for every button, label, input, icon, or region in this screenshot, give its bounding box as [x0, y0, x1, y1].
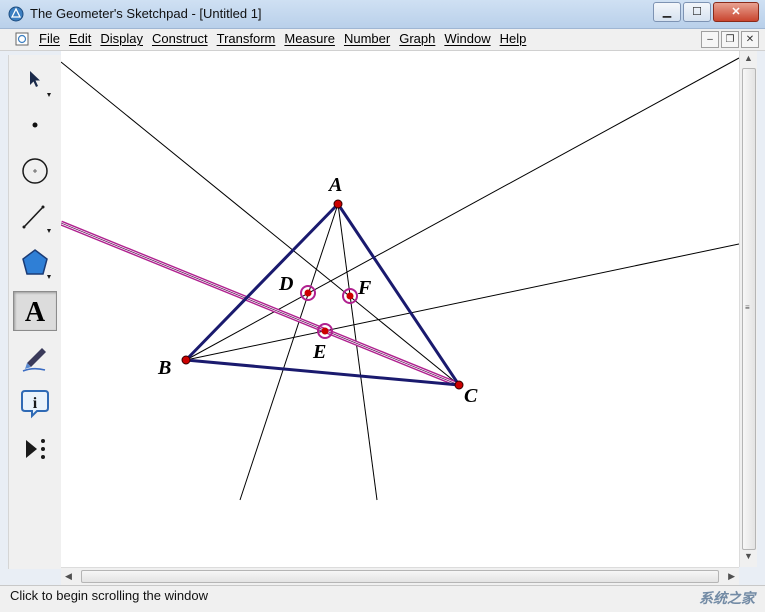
doc-close-button[interactable]: ✕ — [741, 31, 759, 48]
angle-bisector-line-b1[interactable] — [185, 57, 740, 361]
scroll-right-arrow-icon[interactable]: ▶ — [728, 571, 735, 582]
menu-display[interactable]: Display — [97, 31, 149, 46]
label-a[interactable]: A — [327, 174, 342, 196]
point-tool[interactable] — [13, 105, 57, 145]
label-d[interactable]: D — [278, 273, 293, 295]
angle-bisector-line-c[interactable] — [60, 61, 460, 386]
pentagon-icon — [22, 249, 51, 279]
status-bar: Click to begin scrolling the window 系统之家 — [0, 585, 765, 612]
circle-icon — [22, 158, 48, 184]
sketch-drawing: A B C D E F — [60, 57, 740, 501]
status-text: Click to begin scrolling the window — [10, 588, 208, 603]
minimize-button[interactable]: ▁ — [653, 2, 681, 22]
point-a[interactable] — [333, 199, 343, 209]
doc-restore-button[interactable]: ❐ — [721, 31, 739, 48]
information-tool[interactable]: i — [13, 383, 57, 423]
arrow-pointer-icon — [30, 71, 51, 97]
arrow-select-tool[interactable] — [13, 61, 57, 101]
text-a-icon: A — [25, 297, 46, 328]
polygon-tool[interactable] — [13, 243, 57, 283]
marker-tool[interactable] — [13, 337, 57, 377]
svg-text:A: A — [25, 297, 46, 328]
point-f[interactable] — [342, 288, 358, 304]
grip-icon: ≡ — [745, 303, 750, 312]
label-c[interactable]: C — [464, 385, 478, 407]
scroll-down-arrow-icon[interactable]: ▼ — [744, 551, 753, 561]
svg-text:i: i — [33, 395, 38, 412]
menu-measure[interactable]: Measure — [281, 31, 341, 46]
custom-tool[interactable] — [13, 429, 57, 469]
close-button[interactable]: ✕ — [713, 2, 759, 22]
point-icon — [32, 122, 38, 128]
scroll-left-arrow-icon[interactable]: ◀ — [65, 571, 72, 582]
angle-bisector-line-b2[interactable] — [185, 243, 740, 361]
point-d[interactable] — [300, 285, 316, 301]
selected-line-core — [60, 222, 460, 386]
label-f[interactable]: F — [357, 277, 372, 299]
menu-construct[interactable]: Construct — [149, 31, 214, 46]
menu-number[interactable]: Number — [341, 31, 396, 46]
straightedge-tool[interactable] — [13, 197, 57, 237]
menu-bar: File Edit Display Construct Transform Me… — [0, 29, 765, 51]
sketchpad-app-icon — [8, 6, 24, 22]
watermark-text: 系统之家 — [699, 590, 755, 606]
menu-help[interactable]: Help — [497, 31, 533, 46]
segment-icon — [22, 205, 51, 233]
point-c[interactable] — [454, 380, 464, 390]
sketch-canvas[interactable]: A B C D E F — [60, 51, 740, 567]
menu-transform[interactable]: Transform — [214, 31, 282, 46]
app-window: The Geometer's Sketchpad - [Untitled 1] … — [0, 0, 765, 612]
menu-edit[interactable]: Edit — [66, 31, 97, 46]
horizontal-scroll-thumb[interactable] — [81, 570, 719, 583]
document-window-controls: – ❐ ✕ — [701, 31, 759, 48]
document-icon[interactable] — [15, 32, 29, 46]
text-tool[interactable]: A — [13, 291, 57, 331]
window-title: The Geometer's Sketchpad - [Untitled 1] — [30, 6, 262, 21]
compass-tool[interactable] — [13, 151, 57, 191]
angle-bisector-line-a2[interactable] — [337, 203, 378, 501]
horizontal-scrollbar[interactable]: ◀ ▶ — [61, 567, 739, 585]
menu-graph[interactable]: Graph — [396, 31, 441, 46]
doc-minimize-button[interactable]: – — [701, 31, 719, 48]
vertical-scrollbar[interactable]: ▲ ≡ ▼ — [739, 51, 757, 567]
label-b[interactable]: B — [157, 357, 171, 379]
menu-file[interactable]: File — [36, 31, 66, 46]
marker-pen-icon — [22, 348, 46, 372]
window-controls: ▁ ☐ ✕ — [653, 2, 759, 22]
toolbox: A i — [8, 55, 62, 569]
scroll-up-arrow-icon[interactable]: ▲ — [744, 53, 753, 63]
info-icon: i — [21, 390, 49, 419]
play-more-icon — [26, 439, 45, 459]
point-b[interactable] — [181, 355, 191, 365]
label-e[interactable]: E — [312, 341, 326, 363]
menu-window[interactable]: Window — [441, 31, 496, 46]
title-bar[interactable]: The Geometer's Sketchpad - [Untitled 1] … — [0, 0, 765, 29]
maximize-button[interactable]: ☐ — [683, 2, 711, 22]
